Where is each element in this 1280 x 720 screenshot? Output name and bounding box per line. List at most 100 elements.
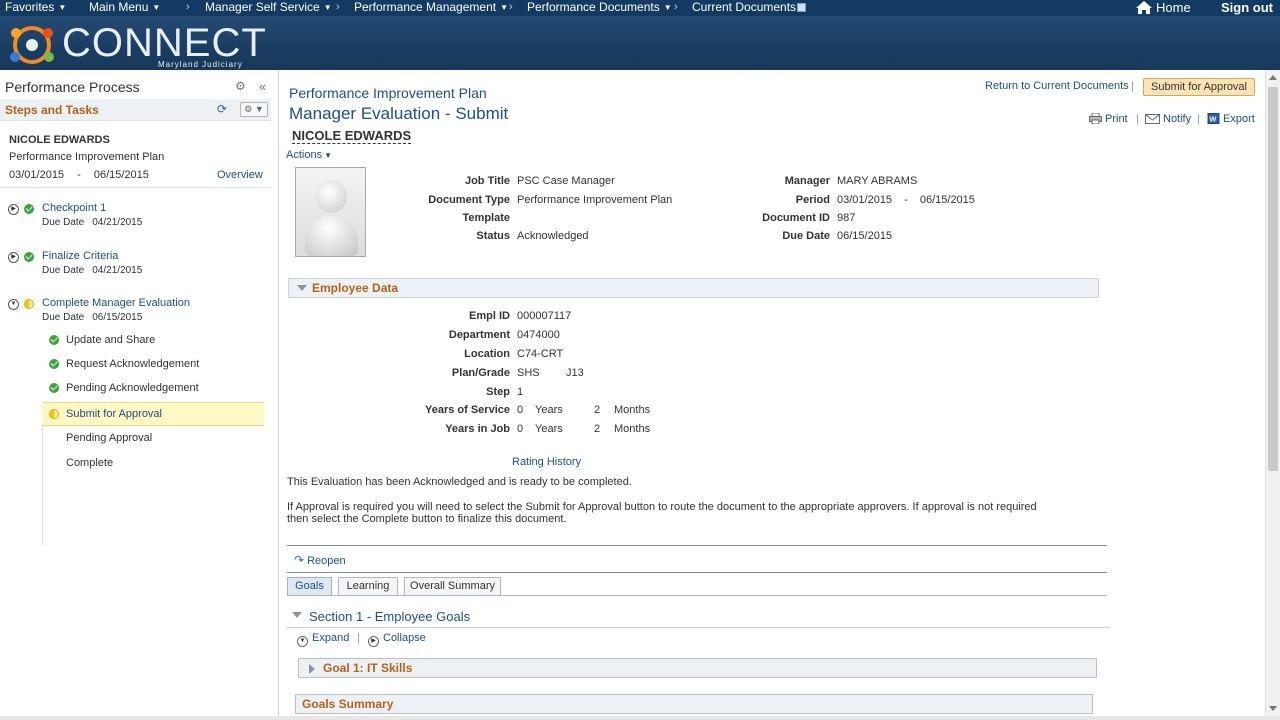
months-unit: Months [614,423,651,435]
chevron-down-icon: ▼ [323,3,332,12]
employee-name[interactable]: NICOLE EDWARDS [292,128,412,144]
rating-history-link[interactable]: Rating History [512,456,581,468]
return-to-current-documents-link[interactable]: Return to Current Documents [985,80,1129,92]
nav-favorites[interactable]: Favorites ▼ [5,0,66,15]
expand-all-link[interactable]: ▼ Expand [297,632,349,647]
step-label: Step [486,386,510,398]
collapse-all-link[interactable]: ▶ Collapse [368,632,426,647]
gear-icon[interactable]: ⚙ [235,79,246,93]
chevron-down-icon: ▼ [500,3,508,12]
expand-icon[interactable]: ▶ [8,252,19,263]
complete-status-icon [49,335,59,345]
step-name[interactable]: Checkpoint 1 [42,202,106,214]
step-name[interactable]: Finalize Criteria [42,250,118,262]
collapse-panel-icon[interactable]: « [259,79,266,94]
task-pending-approval[interactable]: Pending Approval [42,427,264,451]
empl-id-label: Empl ID [469,310,510,322]
years-in-job-months: 2 [594,423,601,435]
collapse-icon[interactable] [292,612,302,618]
collapse-icon: ▶ [368,636,379,647]
scrollbar-thumb[interactable] [1268,87,1278,471]
complete-status-icon [24,252,34,262]
complete-status-icon [49,383,59,393]
notify-link[interactable]: Notify [1145,113,1191,125]
nav-manager-self-service[interactable]: Manager Self Service ▼ [205,0,332,15]
task-request-acknowledgement[interactable]: Request Acknowledgement [42,353,264,377]
plan-value: SHS [517,367,540,379]
years-in-job-years: 0 [517,423,524,435]
chevron-down-icon: ▼ [152,3,161,12]
breadcrumb-separator: › [674,1,678,13]
employee-photo-placeholder [295,167,366,257]
goals-summary-header[interactable]: Goals Summary [295,694,1093,714]
location-label: Location [464,348,510,360]
steps-and-tasks-label: Steps and Tasks [5,103,99,117]
expand-icon: ▼ [297,636,308,647]
breadcrumb-separator: › [336,1,340,13]
task-submit-for-approval[interactable]: Submit for Approval [42,402,264,426]
breadcrumb-separator: › [186,1,190,13]
word-document-icon: W [1207,113,1220,124]
overview-link[interactable]: Overview [217,169,263,181]
step-due-date: Due Date 04/21/2015 [42,217,143,228]
expand-icon[interactable]: ▶ [8,204,19,215]
divider [287,545,1107,546]
breadcrumb-separator: › [509,1,513,13]
step-due-date: Due Date 06/15/2015 [42,312,143,323]
gear-menu-button[interactable]: ⚙ ▼ [240,102,268,117]
task-pending-acknowledgement[interactable]: Pending Acknowledgement [42,377,264,401]
sign-out-link[interactable]: Sign out [1221,0,1273,15]
nav-current-documents[interactable]: Current Documents [692,0,807,14]
home-link[interactable]: Home [1136,0,1191,15]
scroll-down-icon[interactable] [1269,706,1277,711]
divider [287,572,1107,573]
divider [0,187,271,188]
chevron-down-icon: ▼ [324,151,332,160]
years-of-service-label: Years of Service [424,404,510,416]
step-value: 1 [517,386,524,398]
document-title: Performance Improvement Plan [289,85,487,101]
vertical-scrollbar[interactable] [1265,70,1280,716]
employee-data-section-header[interactable]: Employee Data [288,278,1099,298]
connect-logo-subtitle: Maryland Judiciary [158,60,243,69]
tab-learning[interactable]: Learning [338,577,398,595]
separator: | [1131,80,1134,92]
period-value: 03/01/2015 - 06/15/2015 [837,194,975,206]
job-title-value: PSC Case Manager [517,175,615,187]
divider [287,627,1110,628]
chevron-down-icon: ▼ [58,3,67,12]
top-navigation-bar: Favorites ▼ Main Menu ▼ › Manager Self Ser… [0,0,1280,16]
goal-1-header[interactable]: Goal 1: IT Skills [298,658,1097,678]
department-label: Department [448,329,510,341]
document-id-value: 987 [837,212,856,224]
document-id-label: Document ID [762,212,830,224]
refresh-icon[interactable]: ⟳ [217,102,227,116]
task-complete[interactable]: Complete [42,452,264,476]
nav-performance-documents[interactable]: Performance Documents ▼ [527,0,672,15]
separator: | [1197,113,1200,125]
tab-goals[interactable]: Goals [287,577,332,595]
step-due-date: Due Date 04/21/2015 [42,265,143,276]
connect-logo-text: CONNECT [62,21,267,65]
actions-menu[interactable]: Actions ▼ [286,149,332,161]
print-link[interactable]: Print [1089,113,1128,125]
page-title: Manager Evaluation - Submit [289,104,509,123]
tab-divider [287,595,1107,596]
tab-overall-summary[interactable]: Overall Summary [404,577,501,595]
task-update-and-share[interactable]: Update and Share [42,329,264,353]
step-name[interactable]: Complete Manager Evaluation [42,297,190,309]
nav-main-menu[interactable]: Main Menu ▼ [89,0,160,15]
years-of-service-years: 0 [517,404,524,416]
reopen-button[interactable]: ↷ Reopen [294,553,346,567]
scroll-up-icon[interactable] [1269,75,1277,80]
location-value: C74-CRT [517,348,564,360]
due-date-label: Due Date [782,230,830,242]
svg-text:W: W [1209,114,1216,123]
app-banner: CONNECT Maryland Judiciary [0,16,1280,70]
export-link[interactable]: W Export [1207,113,1255,125]
submit-for-approval-button[interactable]: Submit for Approval [1143,78,1255,96]
document-type-value: Performance Improvement Plan [517,194,673,206]
collapse-icon[interactable]: ▼ [8,299,19,310]
nav-performance-management[interactable]: Performance Management ▼ [354,0,508,15]
section-1-title: Section 1 - Employee Goals [309,609,471,624]
